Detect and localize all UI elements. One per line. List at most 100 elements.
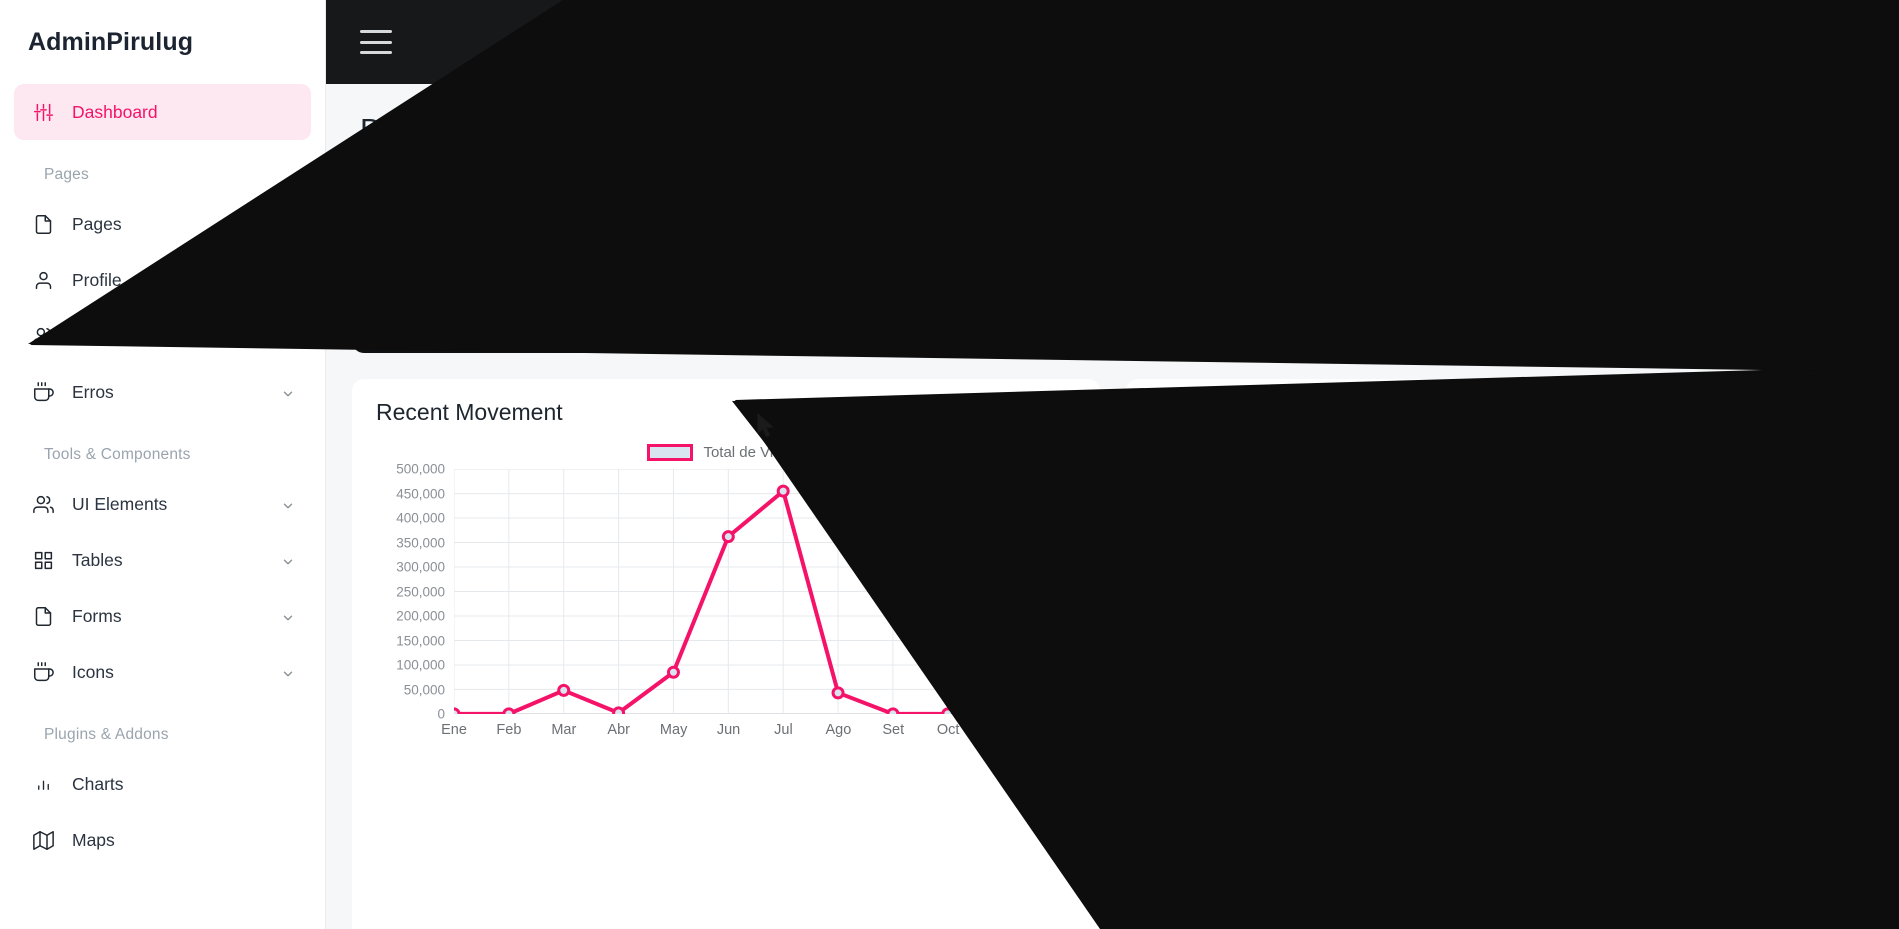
bar[interactable] [1737,597,1756,789]
bar[interactable] [1381,569,1399,789]
messages-button[interactable] [1673,27,1698,57]
card-subtext: -2.25% Since last week [1536,314,1849,333]
y-axis-tick-label: 300,000 [396,559,445,575]
bar[interactable] [1635,549,1654,789]
card-delta: -2.25% [1536,314,1589,332]
coffee-icon [30,381,56,403]
line-series-path [452,489,1060,716]
line-data-point[interactable] [886,707,900,721]
sidebar-item-profile[interactable]: Profile [14,252,311,308]
card-delta: -3.65% [376,314,429,332]
bar[interactable] [1432,541,1450,789]
burger-line [360,51,392,54]
x-axis-tick-label: Sep [1632,797,1658,813]
sidebar-item-label: Erros [72,381,114,402]
sidebar-item-charts[interactable]: Charts [14,756,311,812]
y-axis-tick-label: 350,000 [396,535,445,550]
card-sub-label: Since last week [432,314,548,332]
theme-switcher-button[interactable] [1554,28,1596,56]
sidebar-item-forms[interactable]: Forms [14,588,311,644]
y-axis-tick-label: 50 [1187,581,1203,597]
brand[interactable]: AdminPirulug [0,0,325,84]
notifications-button[interactable]: 4 [1622,18,1657,57]
topbar: 4 50 x 50 Pirulug [326,0,1899,84]
line-data-point[interactable] [447,707,461,721]
chevron-down-icon[interactable] [281,609,295,623]
sidebar-item-label: Auth [72,325,108,346]
sidebar-item-ui-elements[interactable]: UI Elements [14,476,311,532]
chevron-down-icon[interactable] [281,385,295,399]
cart-icon [1803,192,1849,238]
sidebar-item-auth[interactable]: Auth [14,308,311,364]
bar[interactable] [1686,485,1705,789]
line-data-point[interactable] [831,686,845,700]
x-axis-tick-label: May [659,722,688,738]
legend-swatch [647,444,694,461]
line-data-point[interactable] [612,706,626,720]
bar[interactable] [1330,625,1348,789]
line-data-point[interactable] [1051,659,1064,673]
x-axis-tick-label: Aug [1581,797,1607,813]
bar[interactable] [1585,497,1603,789]
y-axis-tick-label: 20 [1187,701,1203,717]
sidebar-item-tables[interactable]: Tables [14,532,311,588]
bar[interactable] [1228,573,1246,789]
chevron-down-icon[interactable] [281,497,295,511]
x-axis-tick-label: Feb [1275,797,1301,813]
chat-icon [1673,27,1698,57]
coffee-icon [30,661,56,683]
x-axis-tick-label: Jun [716,722,741,738]
topbar-actions: 4 50 x 50 Pirulug [1554,18,1871,66]
chevron-down-icon[interactable] [281,553,295,567]
chart-legend[interactable]: This year [1150,444,1850,461]
y-axis-tick-label: 250,000 [396,584,445,599]
sidebar-item-label: Maps [72,829,115,850]
x-axis-tick-label: Oct [1684,797,1708,813]
page-title: Dashboard [360,112,512,147]
bar[interactable] [1483,609,1501,789]
stat-card-orders[interactable]: Orders 64 -2.25% Since last week [1512,170,1873,353]
x-axis-tick-label: Jun [1480,797,1504,813]
bar[interactable] [1279,521,1297,789]
menu-toggle-button[interactable] [360,30,392,54]
user-menu-button[interactable]: 50 x 50 Pirulug [1723,18,1871,66]
chart-legend[interactable]: Total de Visitas [376,444,1076,461]
line-data-point[interactable] [996,707,1010,721]
line-chart-plot[interactable]: 0 50,000 100,000 150,000 200,000 250,000 300,0… [396,462,1064,722]
sidebar-item-dashboard[interactable]: Dashboard [14,84,311,140]
sidebar-item-erros[interactable]: Erros [14,364,311,420]
y-axis-tick-label: 200,000 [396,608,445,624]
card-header: Sales [376,192,689,238]
line-data-point[interactable] [557,683,571,697]
sidebar-section-tools: Tools & Components [44,446,191,463]
sidebar-item-icons[interactable]: Icons [14,644,311,700]
legend-label: This year [1496,444,1559,461]
sidebar: AdminPirulug Dashboard Pages Pages Profi… [0,0,326,929]
y-axis-tick-label: 70 [1187,501,1203,517]
bar-chart-plot[interactable]: 0 10 20 30 40 50 60 70 80 [1187,462,1824,797]
line-data-point[interactable] [941,707,955,721]
card-value: 64 [1536,248,1585,297]
chevron-down-icon[interactable] [281,329,295,343]
stat-card-earnings[interactable]: Earnings $21.300 6.65% Since last week [1125,170,1487,353]
sidebar-item-label: Icons [72,661,114,682]
stat-cards: Sales 2.382 -3.65% Since last week Visit… [352,170,1873,353]
sidebar-item-label: Charts [72,773,124,794]
line-data-point[interactable] [502,707,516,721]
panel-title: Real-Time [1149,399,1255,425]
sidebar-item-maps[interactable]: Maps [14,812,311,868]
stat-card-visitors[interactable]: Visitors 14.212 5.25% Since last week [738,170,1100,353]
line-data-point[interactable] [776,484,790,498]
y-axis-tick-label: 150,000 [396,633,445,648]
bar[interactable] [1788,473,1807,789]
sidebar-item-pages[interactable]: Pages [14,196,311,252]
chevron-down-icon[interactable] [281,665,295,679]
chevron-down-icon [1583,38,1596,46]
burger-line [360,30,392,33]
chevron-down-icon[interactable] [281,217,295,231]
line-data-point[interactable] [721,530,735,544]
bar[interactable] [1534,569,1552,789]
x-axis-tick-label: Apr [1378,797,1402,813]
line-data-point[interactable] [666,665,680,679]
stat-card-sales[interactable]: Sales 2.382 -3.65% Since last week [352,170,713,353]
